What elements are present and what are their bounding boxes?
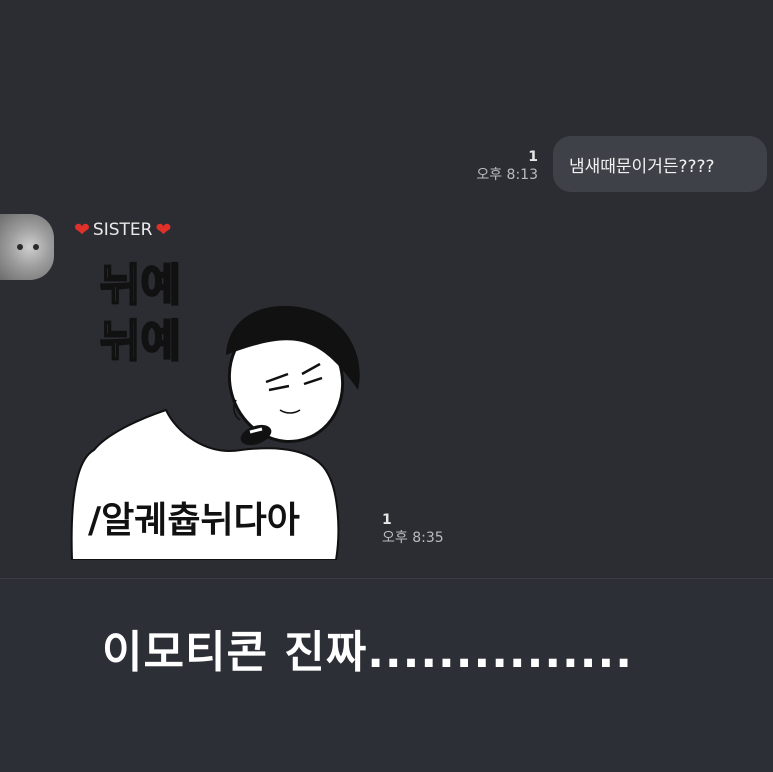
sticker-text-top-1: 뉘예 [100, 260, 181, 311]
heart-icon: ❤ [155, 219, 172, 241]
message-time: 오후 8:35 [382, 530, 444, 547]
message-time: 오후 8:13 [476, 167, 538, 184]
sender-name-label: SISTER [92, 220, 153, 240]
heart-icon: ❤ [74, 219, 90, 241]
avatar-eye-left [17, 244, 23, 250]
avatar-eye-right [33, 244, 39, 250]
sticker-text-bottom: /알궤츕뉘다아 [88, 500, 300, 541]
incoming-message-meta: 1 오후 8:35 [382, 511, 444, 547]
sticker-text-top-2: 뉘예 [100, 316, 181, 367]
avatar[interactable] [0, 214, 54, 280]
caption-text: 이모티콘 진짜............... [102, 627, 633, 678]
sender-name: ❤ SISTER ❤ [74, 219, 171, 241]
chat-area: 1 오후 8:13 냄새때문이거든???? ❤ SISTER ❤ 뉘예 뉘예 /… [0, 0, 773, 578]
emoticon-sticker[interactable]: 뉘예 뉘예 /알궤츕뉘다아 [66, 260, 376, 560]
divider [0, 578, 773, 579]
outgoing-message-meta: 1 오후 8:13 [476, 148, 538, 184]
unread-count: 1 [382, 512, 392, 528]
outgoing-message-bubble[interactable]: 냄새때문이거든???? [553, 136, 767, 192]
unread-count: 1 [528, 149, 538, 165]
